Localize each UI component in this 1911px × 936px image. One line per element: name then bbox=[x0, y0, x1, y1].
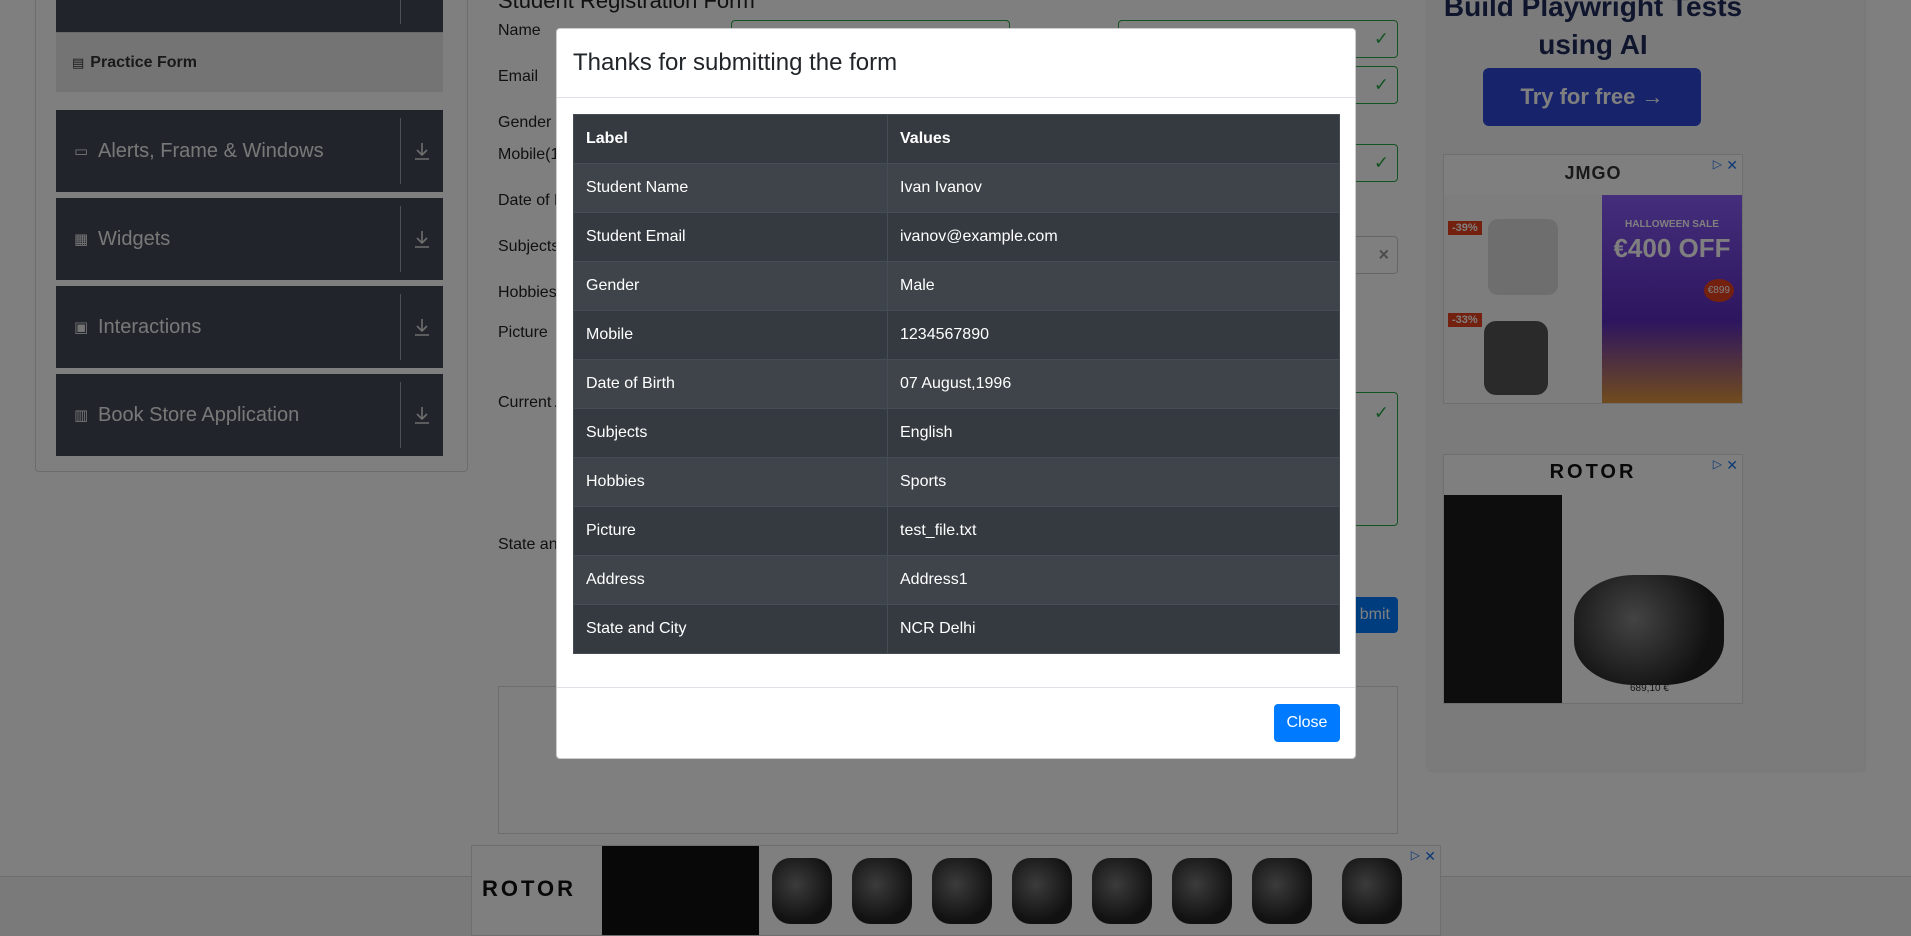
row-label: Mobile bbox=[573, 310, 888, 360]
row-label: Hobbies bbox=[573, 457, 888, 507]
submission-modal: Thanks for submitting the form Label Val… bbox=[556, 28, 1356, 759]
row-label: Subjects bbox=[573, 408, 888, 458]
row-value: English bbox=[887, 408, 1340, 458]
row-label: Address bbox=[573, 555, 888, 605]
table-row: Date of Birth 07 August,1996 bbox=[573, 359, 1340, 409]
modal-body: Label Values Student Name Ivan Ivanov Stu… bbox=[557, 98, 1355, 670]
row-value: NCR Delhi bbox=[887, 604, 1340, 654]
table-row: Address Address1 bbox=[573, 555, 1340, 605]
row-value: 07 August,1996 bbox=[887, 359, 1340, 409]
column-header-label: Label bbox=[573, 114, 888, 164]
modal-footer: Close bbox=[557, 687, 1355, 758]
row-value: Ivan Ivanov bbox=[887, 163, 1340, 213]
result-table: Label Values Student Name Ivan Ivanov Stu… bbox=[573, 114, 1340, 654]
table-row: Gender Male bbox=[573, 261, 1340, 311]
table-row: Mobile 1234567890 bbox=[573, 310, 1340, 360]
row-value: Sports bbox=[887, 457, 1340, 507]
row-value: test_file.txt bbox=[887, 506, 1340, 556]
column-header-values: Values bbox=[887, 114, 1340, 164]
close-button[interactable]: Close bbox=[1274, 704, 1340, 742]
row-label: Picture bbox=[573, 506, 888, 556]
table-row: Student Name Ivan Ivanov bbox=[573, 163, 1340, 213]
row-label: Student Name bbox=[573, 163, 888, 213]
row-label: Gender bbox=[573, 261, 888, 311]
row-value: ivanov@example.com bbox=[887, 212, 1340, 262]
row-label: Student Email bbox=[573, 212, 888, 262]
row-value: 1234567890 bbox=[887, 310, 1340, 360]
table-row: Student Email ivanov@example.com bbox=[573, 212, 1340, 262]
row-label: State and City bbox=[573, 604, 888, 654]
table-row: Subjects English bbox=[573, 408, 1340, 458]
table-header-row: Label Values bbox=[573, 114, 1340, 164]
row-value: Male bbox=[887, 261, 1340, 311]
row-label: Date of Birth bbox=[573, 359, 888, 409]
modal-header: Thanks for submitting the form bbox=[557, 29, 1355, 98]
table-row: State and City NCR Delhi bbox=[573, 604, 1340, 654]
table-row: Hobbies Sports bbox=[573, 457, 1340, 507]
row-value: Address1 bbox=[887, 555, 1340, 605]
table-row: Picture test_file.txt bbox=[573, 506, 1340, 556]
modal-title: Thanks for submitting the form bbox=[573, 49, 898, 76]
